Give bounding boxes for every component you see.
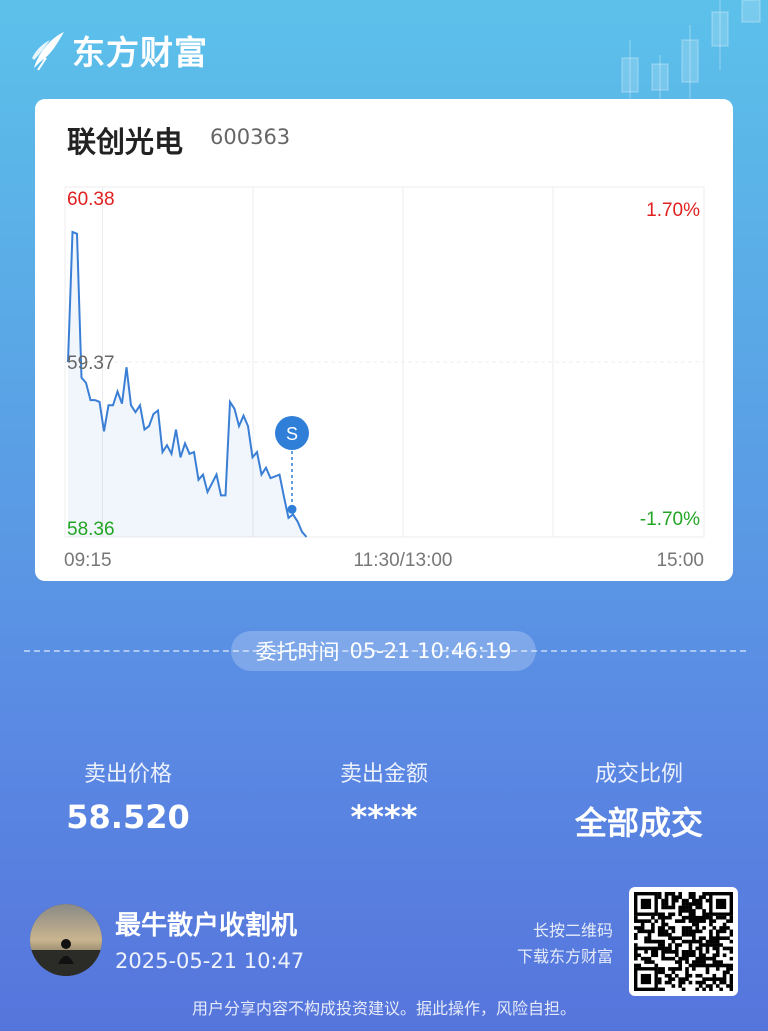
qr-code-icon (634, 892, 733, 991)
candlestick-decoration (621, 0, 761, 110)
stock-chart-card: 联创光电 600363 S 60.38 59.37 58.36 1.70% -1… (35, 99, 733, 581)
sell-price-stat: 卖出价格 58.520 (28, 756, 228, 836)
x-label-open: 09:15 (64, 550, 112, 571)
y-mid-label: 59.37 (67, 353, 115, 374)
stat-label: 成交比例 (594, 762, 683, 787)
share-time: 2025-05-21 10:47 (115, 949, 305, 973)
trade-marker-dot (287, 504, 297, 514)
stat-value: 58.520 (66, 798, 190, 836)
qr-hint-line2: 下载东方财富 (516, 947, 613, 966)
sell-amount-stat: 卖出金额 **** (284, 756, 484, 836)
x-label-midday: 11:30/13:00 (354, 550, 453, 571)
order-time-value: 05-21 10:46:19 (349, 639, 512, 663)
pct-min-label: -1.70% (640, 509, 700, 530)
pct-max-label: 1.70% (646, 200, 700, 221)
stat-label: 卖出金额 (339, 762, 428, 787)
avatar (30, 904, 102, 976)
brand-name: 东方财富 (72, 33, 208, 72)
order-time-pill: 委托时间 05-21 10:46:19 (231, 631, 536, 671)
y-min-label: 58.36 (67, 519, 115, 540)
fill-ratio-stat: 成交比例 全部成交 (539, 756, 739, 844)
stat-value: 全部成交 (574, 804, 703, 842)
user-name: 最牛散户收割机 (115, 911, 298, 941)
price-area-fill (68, 232, 307, 537)
qr-hint-line1: 长按二维码 (532, 921, 613, 940)
intraday-chart: S 60.38 59.37 58.36 1.70% -1.70% 09:15 1… (64, 186, 705, 571)
brand-logo: 东方财富 (28, 26, 208, 74)
stat-label: 卖出价格 (83, 762, 172, 787)
disclaimer: 用户分享内容不构成投资建议。据此操作，风险自担。 (191, 999, 576, 1018)
sell-marker-label: S (286, 424, 298, 444)
order-time-label: 委托时间 (255, 640, 340, 664)
qr-code[interactable] (629, 887, 738, 996)
brand-feather-icon (32, 32, 64, 71)
stat-value: **** (350, 798, 418, 836)
y-max-label: 60.38 (67, 189, 115, 210)
x-label-close: 15:00 (656, 550, 704, 571)
qr-hint: 长按二维码 下载东方财富 (517, 918, 613, 970)
